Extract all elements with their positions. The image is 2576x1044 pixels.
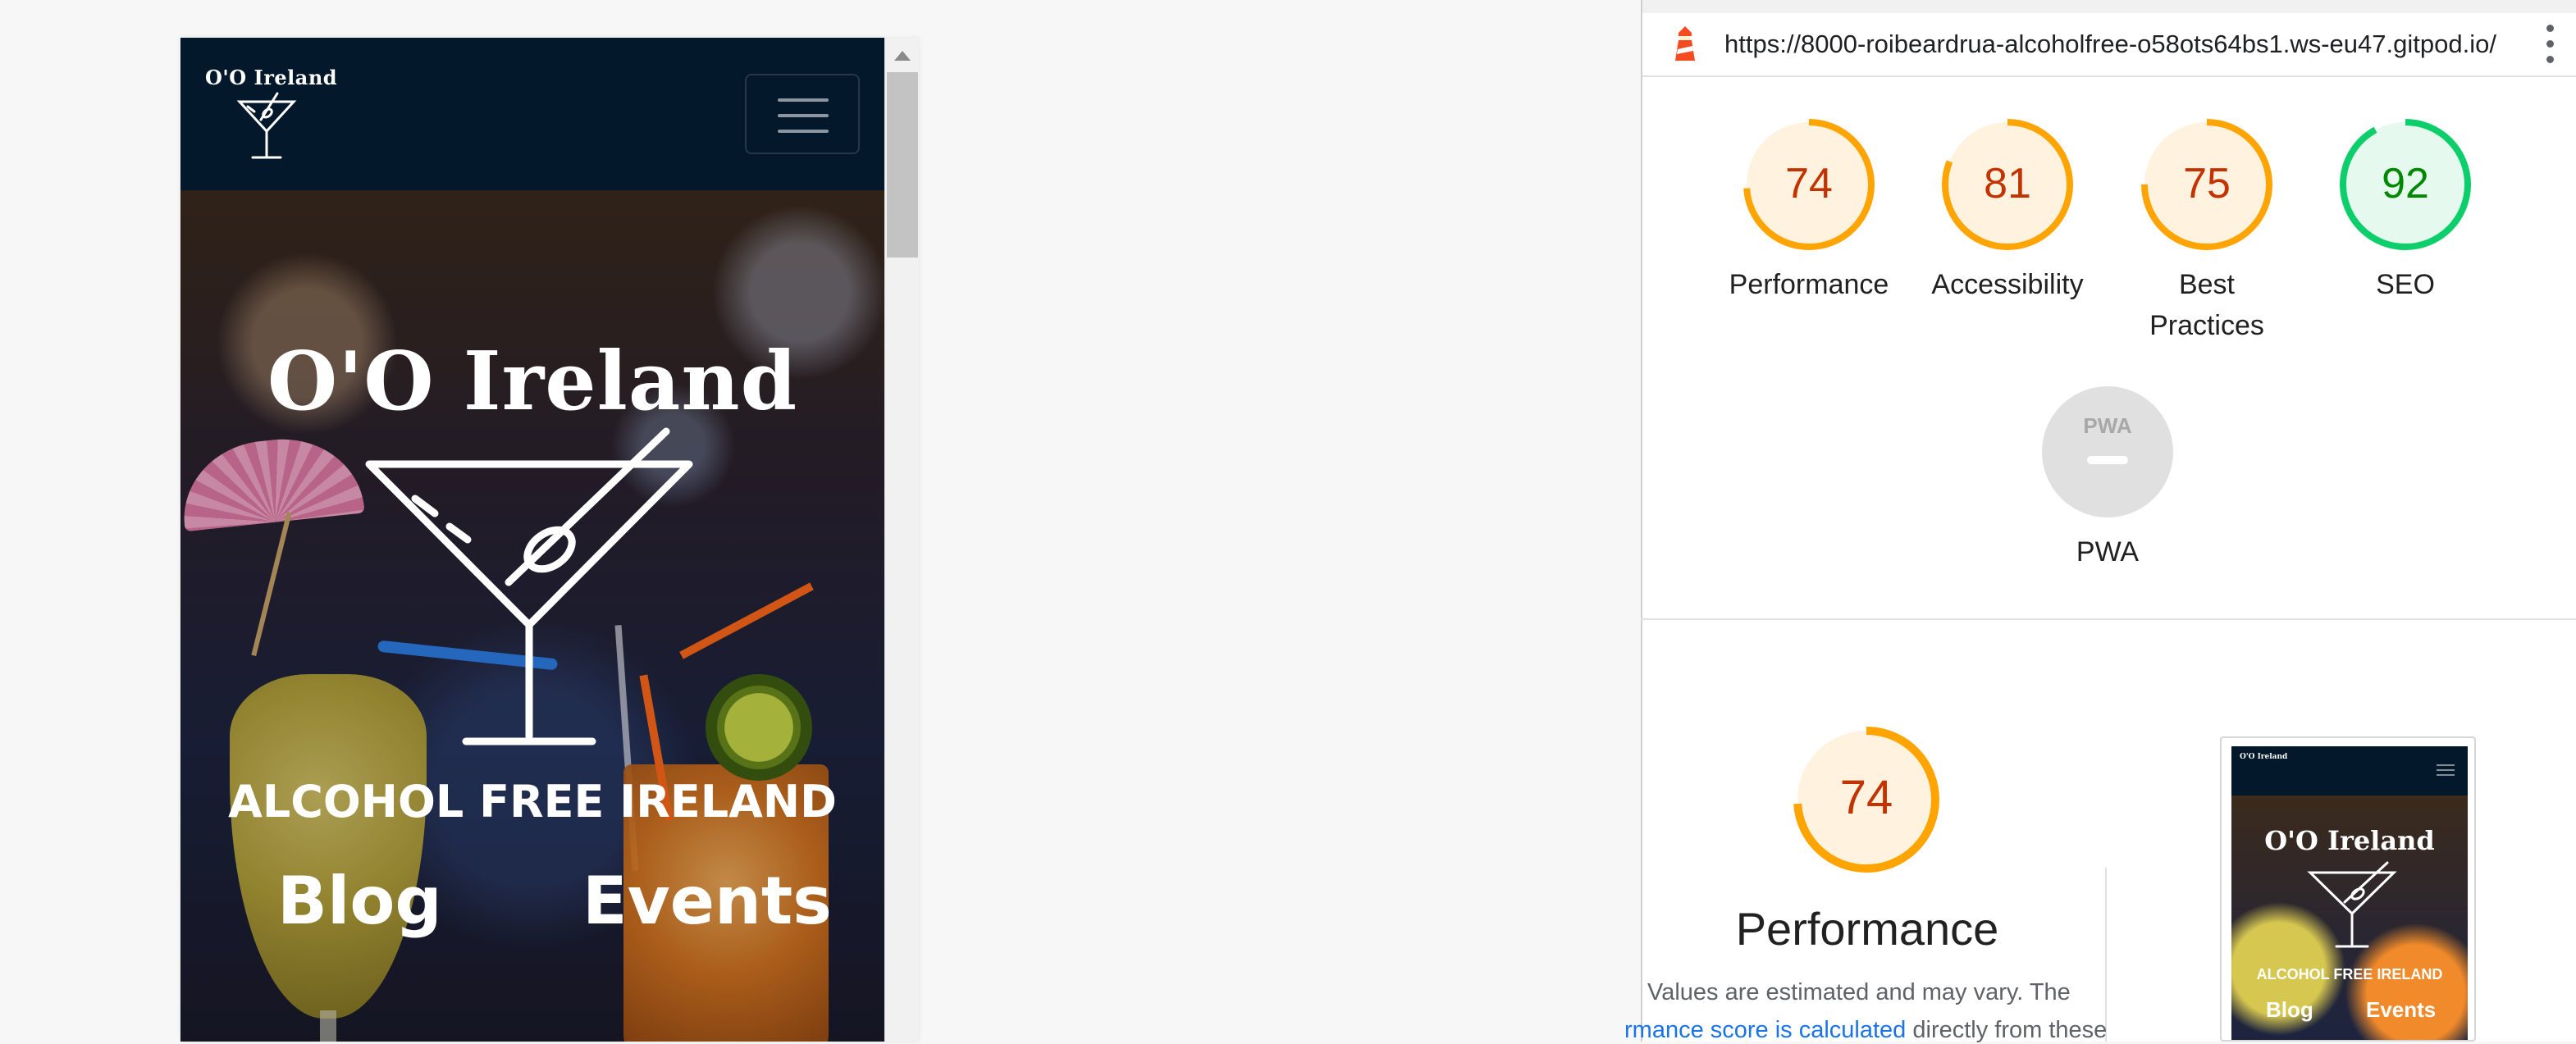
nav-brand[interactable]: O'O Ireland xyxy=(205,66,337,89)
scrollbar-thumb[interactable] xyxy=(887,72,918,258)
performance-note: Values are estimated and may vary. The xyxy=(1647,979,2071,1005)
svg-text:81: 81 xyxy=(1984,160,2031,207)
performance-heading: Performance xyxy=(1735,903,1999,955)
gauge-label: PWA xyxy=(2076,536,2140,568)
cocktail-glass-icon xyxy=(2307,861,2397,948)
thumbnail-link-blog: Blog xyxy=(2266,997,2313,1022)
section-divider xyxy=(1641,618,2576,620)
hamburger-icon xyxy=(778,130,829,133)
gauge-ring: 81 xyxy=(1942,119,2073,250)
navbar-toggler-button[interactable] xyxy=(745,74,860,154)
svg-text:92: 92 xyxy=(2382,160,2429,207)
score-calculated-link[interactable]: rmance score is calculated xyxy=(1624,1017,1906,1043)
gauge-label: Performance xyxy=(1729,269,1889,300)
score-gauge-best-practices[interactable]: 75 Best Practices xyxy=(2108,115,2305,346)
thumbnail-title: O'O Ireland xyxy=(2264,825,2435,856)
gauge-ring: 75 xyxy=(2141,119,2272,250)
viewport-scrollbar[interactable] xyxy=(884,38,919,1042)
thumbnail-hero: O'O Ireland ALCOHOL FREE IRELAND Blog Ev… xyxy=(2231,796,2468,1040)
thumbnail-brand: O'O Ireland xyxy=(2240,753,2288,761)
hero-link-events[interactable]: Events xyxy=(582,863,832,939)
gauge-ring: 92 xyxy=(2340,119,2471,250)
gauge-label: Accessibility xyxy=(1931,269,2084,300)
final-screenshot-thumbnail[interactable]: O'O Ireland O'O Ireland ALCOHOL FREE IRE… xyxy=(2220,736,2476,1042)
svg-text:74: 74 xyxy=(1785,160,1833,207)
gauge-ring: 74 xyxy=(1743,119,1875,250)
svg-text:74: 74 xyxy=(1840,771,1893,824)
hamburger-icon xyxy=(778,114,829,117)
hamburger-icon xyxy=(778,98,829,102)
svg-text:75: 75 xyxy=(2183,160,2231,207)
gauge-label: Best Practices xyxy=(2149,269,2264,341)
thumbnail-navbar: O'O Ireland xyxy=(2231,746,2468,796)
cocktail-glass-icon xyxy=(365,427,693,745)
svg-text:PWA: PWA xyxy=(2083,413,2131,438)
hero-link-blog[interactable]: Blog xyxy=(277,863,442,939)
mobile-viewport: O'O Ireland O'O Ireland ALCOHOL FREE IRE… xyxy=(180,38,919,1042)
score-gauge-seo[interactable]: 92 SEO xyxy=(2307,115,2504,305)
cocktail-glass-icon[interactable] xyxy=(230,90,304,162)
score-gauge-pwa[interactable]: PWA PWA xyxy=(2009,382,2206,572)
lighthouse-icon xyxy=(1675,26,1695,61)
scroll-up-arrow-icon[interactable] xyxy=(894,51,911,61)
score-gauge-accessibility[interactable]: 81 Accessibility xyxy=(1909,115,2106,305)
link-trailing-text: directly from these xyxy=(1906,1017,2108,1043)
performance-note-link-line: rmance score is calculated directly from… xyxy=(1624,1017,2107,1044)
hero-tagline: ALCOHOL FREE IRELAND xyxy=(228,776,837,827)
performance-score-gauge: 74 xyxy=(1768,723,1965,876)
hamburger-icon xyxy=(2437,764,2455,776)
report-url-bar: https://8000-roibeardrua-alcoholfree-o58… xyxy=(1642,0,2576,77)
report-url: https://8000-roibeardrua-alcoholfree-o58… xyxy=(1724,30,2496,58)
site-navbar: O'O Ireland xyxy=(180,38,884,190)
hero-title: O'O Ireland xyxy=(267,335,798,429)
pwa-badge-icon: PWA xyxy=(2042,386,2173,517)
hero-section: O'O Ireland ALCOHOL FREE IRELAND Blog Ev… xyxy=(180,190,884,1042)
score-gauge-performance[interactable]: 74 Performance xyxy=(1710,115,1907,305)
more-vert-icon[interactable] xyxy=(2545,23,2555,66)
gauge-ring: 74 xyxy=(1793,727,1939,873)
gauge-label: SEO xyxy=(2376,269,2435,300)
thumbnail-tagline: ALCOHOL FREE IRELAND xyxy=(2256,966,2443,982)
vertical-divider xyxy=(2105,868,2107,1042)
thumbnail-link-events: Events xyxy=(2366,997,2437,1022)
